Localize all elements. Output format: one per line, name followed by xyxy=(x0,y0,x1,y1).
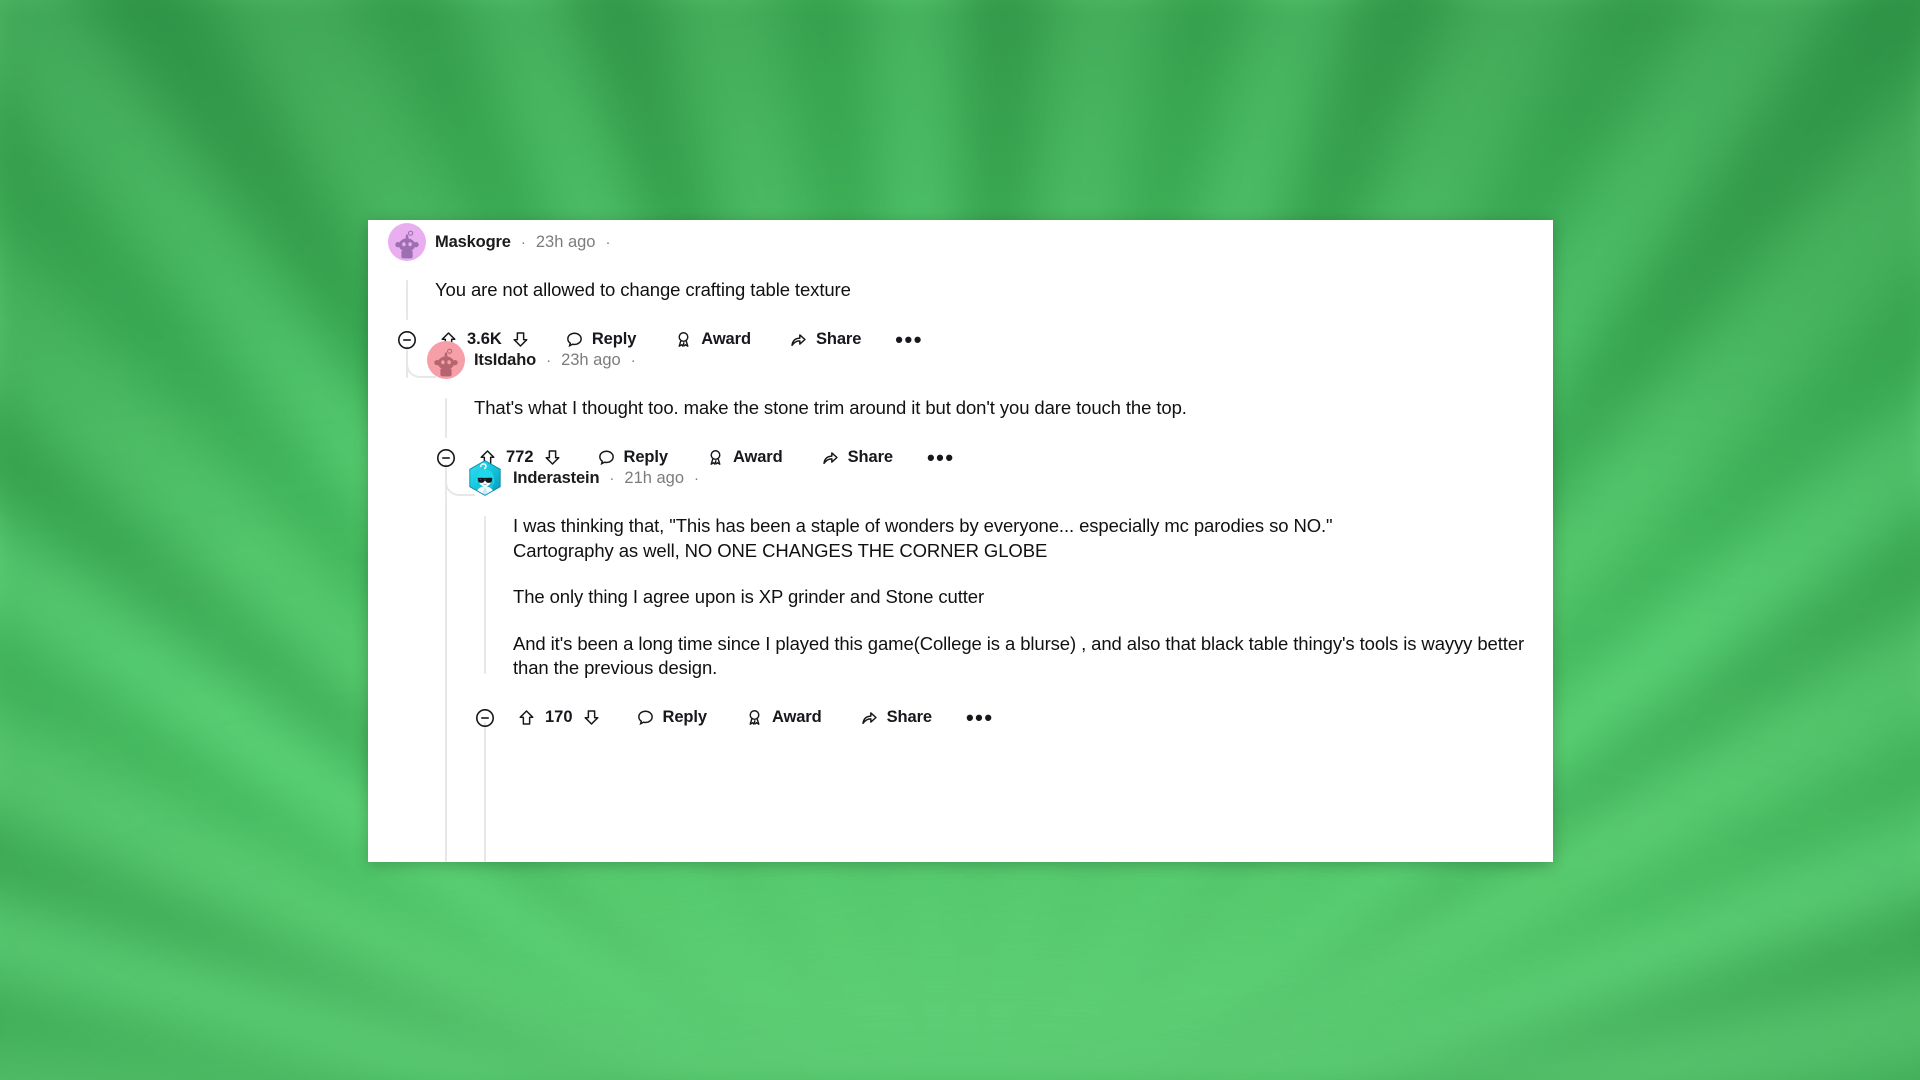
share-label: Share xyxy=(886,708,932,727)
collapse-thread-button[interactable] xyxy=(436,448,456,468)
meta-separator-trailing: · xyxy=(605,233,611,251)
comment-timestamp[interactable]: 23h ago xyxy=(561,351,621,370)
thread-line-depth-1-tail[interactable] xyxy=(445,496,447,862)
comment-username[interactable]: Inderastein xyxy=(513,469,600,488)
meta-separator: · xyxy=(546,351,552,369)
comment-paragraph: I was thinking that, "This has been a st… xyxy=(513,515,1333,536)
comment-paragraph: The only thing I agree upon is XP grinde… xyxy=(513,586,985,608)
award-button[interactable]: Award xyxy=(745,708,822,727)
award-label: Award xyxy=(771,708,822,727)
reply-label: Reply xyxy=(662,708,708,727)
comment-timestamp[interactable]: 23h ago xyxy=(536,233,596,252)
comment-paragraph: Cartography as well, NO ONE CHANGES THE … xyxy=(513,539,1048,561)
collapse-thread-button[interactable] xyxy=(475,708,495,728)
meta-separator-trailing: · xyxy=(694,469,700,487)
avatar-maskogre[interactable] xyxy=(388,223,426,261)
award-ribbon-icon xyxy=(745,708,764,727)
comment-thread-card: Maskogre · 23h ago · You are not allowed… xyxy=(368,220,1553,862)
share-arrow-icon xyxy=(860,708,879,727)
comment-paragraph: You are not allowed to change crafting t… xyxy=(435,279,851,300)
comment-paragraph: And it's been a long time since I played… xyxy=(513,632,1525,679)
collapse-thread-button[interactable] xyxy=(397,330,417,350)
meta-separator: · xyxy=(520,233,526,251)
meta-separator-trailing: · xyxy=(630,351,636,369)
thread-line-depth-2-lower[interactable] xyxy=(484,722,486,862)
downvote-button[interactable] xyxy=(582,708,601,727)
comment-bubble-icon xyxy=(636,708,655,727)
comment-header: Maskogre · 23h ago · xyxy=(388,223,1538,261)
comment-username[interactable]: Maskogre xyxy=(435,233,511,252)
comment-itsidaho: ItsIdaho · 23h ago · That's what I thoug… xyxy=(427,341,1537,475)
comment-body: You are not allowed to change crafting t… xyxy=(435,278,1538,303)
comment-header: ItsIdaho · 23h ago · xyxy=(427,341,1537,379)
reply-button[interactable]: Reply xyxy=(636,708,707,727)
avatar-inderastein[interactable] xyxy=(466,459,504,497)
vote-group: 170 xyxy=(517,708,601,727)
avatar-itsidaho[interactable] xyxy=(427,341,465,379)
comment-username[interactable]: ItsIdaho xyxy=(474,351,536,370)
comment-action-bar: 170 Reply Award Share ••• xyxy=(475,701,1536,735)
comment-maskogre: Maskogre · 23h ago · You are not allowed… xyxy=(388,223,1538,357)
comment-body: That's what I thought too. make the ston… xyxy=(474,396,1537,421)
comment-timestamp[interactable]: 21h ago xyxy=(624,469,684,488)
upvote-button[interactable] xyxy=(517,708,536,727)
vote-score: 170 xyxy=(545,708,573,727)
more-options-button[interactable]: ••• xyxy=(966,707,994,729)
share-button[interactable]: Share xyxy=(860,708,932,727)
comment-header: Inderastein · 21h ago · xyxy=(466,459,1536,497)
comment-paragraph: That's what I thought too. make the ston… xyxy=(474,397,1187,418)
meta-separator: · xyxy=(609,469,615,487)
comment-inderastein: Inderastein · 21h ago · I was thinking t… xyxy=(466,459,1536,735)
comment-body: I was thinking that, "This has been a st… xyxy=(513,514,1536,681)
